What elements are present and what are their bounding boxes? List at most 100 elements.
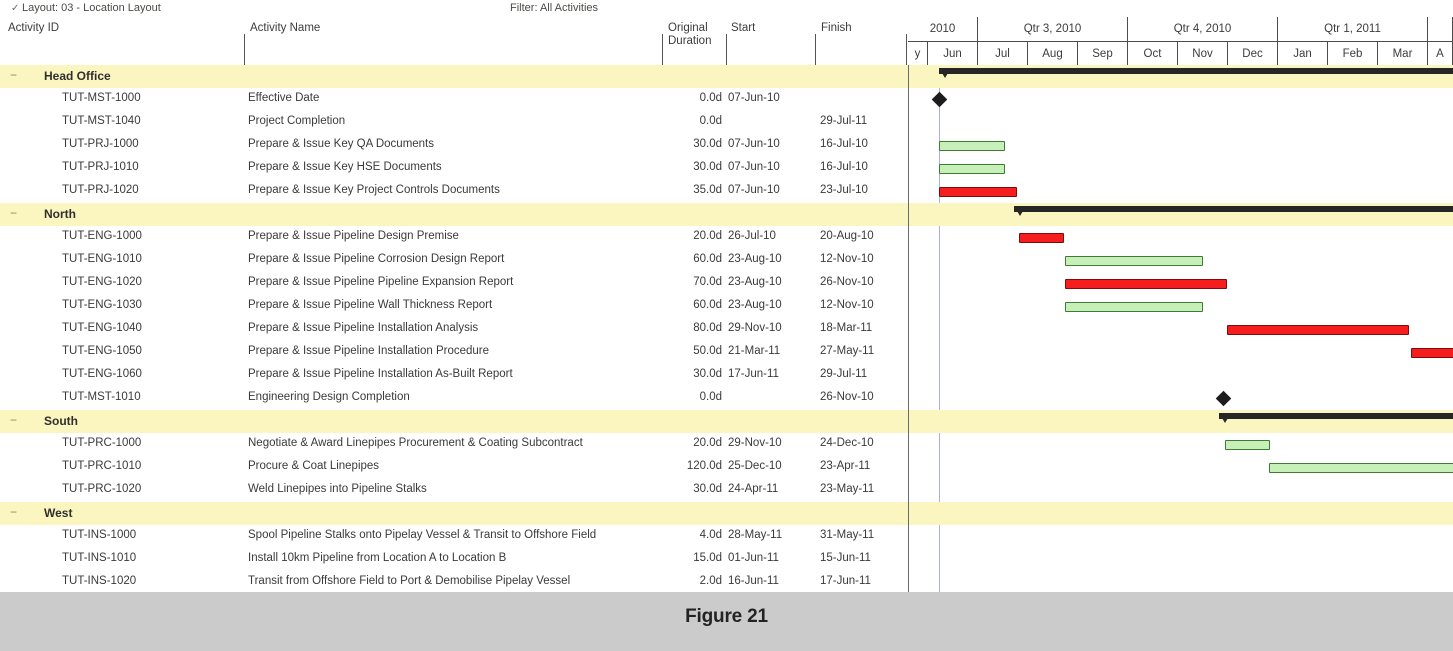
table-row[interactable]: TUT-MST-1010Engineering Design Completio… xyxy=(0,387,908,410)
gantt-task-row[interactable] xyxy=(909,479,1453,502)
start-date-cell: 25-Dec-10 xyxy=(728,460,782,472)
summary-bar[interactable] xyxy=(1219,413,1453,419)
task-bar[interactable] xyxy=(1225,440,1270,450)
group-row[interactable]: −South xyxy=(0,410,908,433)
activity-id-cell: TUT-MST-1040 xyxy=(62,115,141,127)
original-duration-cell: 30.0d xyxy=(664,161,722,173)
group-row[interactable]: −Head Office xyxy=(0,65,908,88)
finish-date-cell: 18-Mar-11 xyxy=(820,322,872,334)
critical-task-bar[interactable] xyxy=(1019,233,1064,243)
gantt-task-row[interactable] xyxy=(909,226,1453,249)
gantt-task-row[interactable] xyxy=(909,318,1453,341)
table-row[interactable]: TUT-ENG-1030Prepare & Issue Pipeline Wal… xyxy=(0,295,908,318)
summary-bar[interactable] xyxy=(939,68,1453,74)
task-bar[interactable] xyxy=(1269,463,1453,473)
gantt-task-row[interactable] xyxy=(909,157,1453,180)
column-header-finish[interactable]: Finish xyxy=(821,22,852,35)
table-row[interactable]: TUT-ENG-1000Prepare & Issue Pipeline Des… xyxy=(0,226,908,249)
table-row[interactable]: TUT-PRJ-1000Prepare & Issue Key QA Docum… xyxy=(0,134,908,157)
table-row[interactable]: TUT-ENG-1010Prepare & Issue Pipeline Cor… xyxy=(0,249,908,272)
critical-task-bar[interactable] xyxy=(1065,279,1227,289)
finish-date-cell: 16-Jul-10 xyxy=(820,138,868,150)
table-row[interactable]: TUT-ENG-1060Prepare & Issue Pipeline Ins… xyxy=(0,364,908,387)
critical-task-bar[interactable] xyxy=(939,187,1017,197)
table-row[interactable]: TUT-MST-1000Effective Date0.0d07-Jun-10 xyxy=(0,88,908,111)
table-row[interactable]: TUT-ENG-1040Prepare & Issue Pipeline Ins… xyxy=(0,318,908,341)
column-divider[interactable] xyxy=(662,34,663,65)
gantt-task-row[interactable] xyxy=(909,295,1453,318)
activity-name-cell: Engineering Design Completion xyxy=(248,391,410,403)
collapse-expand-icon[interactable]: − xyxy=(8,415,19,426)
column-divider[interactable] xyxy=(815,34,816,65)
table-row[interactable]: TUT-ENG-1020Prepare & Issue Pipeline Pip… xyxy=(0,272,908,295)
task-bar[interactable] xyxy=(939,141,1005,151)
gantt-task-row[interactable] xyxy=(909,364,1453,387)
table-row[interactable]: TUT-INS-1020Transit from Offshore Field … xyxy=(0,571,908,592)
summary-bar[interactable] xyxy=(1014,206,1453,212)
activity-id-cell: TUT-INS-1010 xyxy=(62,552,136,564)
gantt-task-row[interactable] xyxy=(909,249,1453,272)
activity-name-cell: Prepare & Issue Pipeline Pipeline Expans… xyxy=(248,276,513,288)
activity-name-cell: Prepare & Issue Pipeline Wall Thickness … xyxy=(248,299,492,311)
gantt-task-row[interactable] xyxy=(909,272,1453,295)
gantt-task-row[interactable] xyxy=(909,341,1453,364)
column-divider[interactable] xyxy=(244,34,245,65)
table-row[interactable]: TUT-ENG-1050Prepare & Issue Pipeline Ins… xyxy=(0,341,908,364)
column-divider[interactable] xyxy=(906,34,907,65)
column-header-activity-id[interactable]: Activity ID xyxy=(8,22,59,35)
column-header-original-duration[interactable]: Original Duration xyxy=(668,22,711,48)
column-divider[interactable] xyxy=(726,34,727,65)
activity-id-cell: TUT-ENG-1010 xyxy=(62,253,142,265)
gantt-task-row[interactable] xyxy=(909,571,1453,592)
column-header-start[interactable]: Start xyxy=(731,22,755,35)
column-header-activity-name[interactable]: Activity Name xyxy=(250,22,320,35)
gantt-task-row[interactable] xyxy=(909,134,1453,157)
task-bar[interactable] xyxy=(1065,302,1203,312)
timescale-header[interactable]: 2010Qtr 3, 2010Qtr 4, 2010Qtr 1, 2011 yJ… xyxy=(908,17,1453,65)
gantt-task-row[interactable] xyxy=(909,180,1453,203)
group-row[interactable]: − North xyxy=(0,203,908,226)
gantt-group-row[interactable] xyxy=(909,65,1453,88)
table-row[interactable]: TUT-MST-1040Project Completion0.0d29-Jul… xyxy=(0,111,908,134)
gantt-task-row[interactable] xyxy=(909,548,1453,571)
task-bar[interactable] xyxy=(1065,256,1203,266)
activity-table[interactable]: −Head OfficeTUT-MST-1000Effective Date0.… xyxy=(0,65,908,592)
original-duration-line2: Duration xyxy=(668,35,711,48)
critical-task-bar[interactable] xyxy=(1227,325,1409,335)
milestone-marker[interactable] xyxy=(932,92,948,108)
collapse-expand-icon[interactable]: − xyxy=(8,507,19,518)
timescale-month: A xyxy=(1428,41,1453,65)
table-row[interactable]: TUT-PRJ-1020Prepare & Issue Key Project … xyxy=(0,180,908,203)
group-name: North xyxy=(44,207,76,221)
finish-date-cell: 16-Jul-10 xyxy=(820,161,868,173)
table-row[interactable]: TUT-PRC-1000Negotiate & Award Linepipes … xyxy=(0,433,908,456)
gantt-task-row[interactable] xyxy=(909,88,1453,111)
activity-id-cell: TUT-ENG-1060 xyxy=(62,368,142,380)
activity-id-cell: TUT-ENG-1000 xyxy=(62,230,142,242)
table-row[interactable]: TUT-PRJ-1010Prepare & Issue Key HSE Docu… xyxy=(0,157,908,180)
collapse-expand-icon[interactable]: − xyxy=(8,70,19,81)
activity-id-cell: TUT-INS-1020 xyxy=(62,575,136,587)
filter-label[interactable]: Filter: All Activities xyxy=(510,2,598,14)
gantt-task-row[interactable] xyxy=(909,433,1453,456)
start-date-cell: 07-Jun-10 xyxy=(728,92,780,104)
critical-task-bar[interactable] xyxy=(1411,348,1453,358)
collapse-expand-icon[interactable]: − xyxy=(8,208,19,219)
gantt-task-row[interactable] xyxy=(909,111,1453,134)
table-row[interactable]: TUT-INS-1000Spool Pipeline Stalks onto P… xyxy=(0,525,908,548)
table-row[interactable]: TUT-PRC-1010Procure & Coat Linepipes120.… xyxy=(0,456,908,479)
group-row[interactable]: −West xyxy=(0,502,908,525)
gantt-group-row[interactable] xyxy=(909,203,1453,226)
gantt-group-row[interactable] xyxy=(909,502,1453,525)
gantt-task-row[interactable] xyxy=(909,525,1453,548)
gantt-chart-pane[interactable] xyxy=(908,65,1453,592)
gantt-group-row[interactable] xyxy=(909,410,1453,433)
task-bar[interactable] xyxy=(939,164,1005,174)
gantt-task-row[interactable] xyxy=(909,456,1453,479)
gantt-task-row[interactable] xyxy=(909,387,1453,410)
table-row[interactable]: TUT-INS-1010Install 10km Pipeline from L… xyxy=(0,548,908,571)
milestone-marker[interactable] xyxy=(1216,391,1232,407)
layout-label[interactable]: Layout: 03 - Location Layout xyxy=(22,2,161,14)
table-row[interactable]: TUT-PRC-1020Weld Linepipes into Pipeline… xyxy=(0,479,908,502)
start-date-cell: 23-Aug-10 xyxy=(728,276,782,288)
